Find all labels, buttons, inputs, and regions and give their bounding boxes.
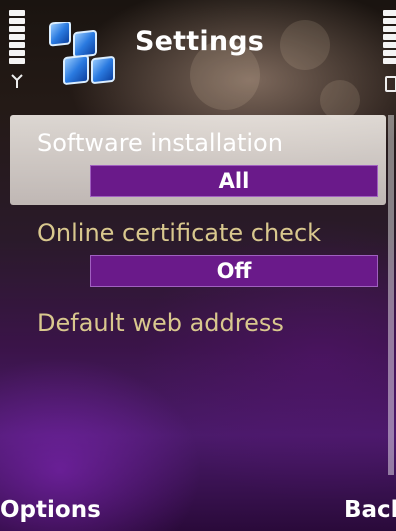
background-bokeh (280, 20, 330, 70)
list-item-label: Online certificate check (37, 219, 322, 247)
page-title: Settings (135, 26, 265, 57)
battery-icon (385, 76, 396, 92)
battery-bar (383, 18, 396, 24)
setting-value-field[interactable]: Off (90, 255, 378, 287)
list-item-online-certificate-check[interactable]: Online certificate check Off (10, 205, 386, 295)
signal-bar (9, 10, 25, 16)
antenna-icon (11, 74, 23, 91)
list-item-software-installation[interactable]: Software installation All (10, 115, 386, 205)
phone-screen: Settings Software installation All Onlin… (0, 0, 396, 531)
battery-bar (383, 26, 396, 32)
signal-bar (9, 50, 25, 56)
setting-value-field[interactable]: All (90, 165, 378, 197)
battery-bar (383, 50, 396, 56)
settings-app-icon (46, 20, 118, 94)
battery-bar (383, 10, 396, 16)
list-item-label: Default web address (37, 309, 284, 337)
signal-bar (9, 58, 25, 64)
signal-bar (9, 26, 25, 32)
signal-bar (9, 42, 25, 48)
scrollbar-thumb[interactable] (388, 115, 394, 475)
battery-level-indicator (383, 10, 396, 64)
signal-bar (9, 34, 25, 40)
back-softkey[interactable]: Back (344, 497, 396, 523)
options-softkey[interactable]: Options (0, 497, 101, 523)
signal-strength-indicator (9, 10, 25, 64)
battery-bar (383, 58, 396, 64)
background-bokeh (320, 80, 360, 120)
signal-bar (9, 18, 25, 24)
battery-bar (383, 34, 396, 40)
battery-bar (383, 42, 396, 48)
list-item-label: Software installation (37, 129, 283, 157)
scrollbar[interactable] (388, 115, 394, 475)
list-item-default-web-address[interactable]: Default web address (10, 295, 386, 385)
